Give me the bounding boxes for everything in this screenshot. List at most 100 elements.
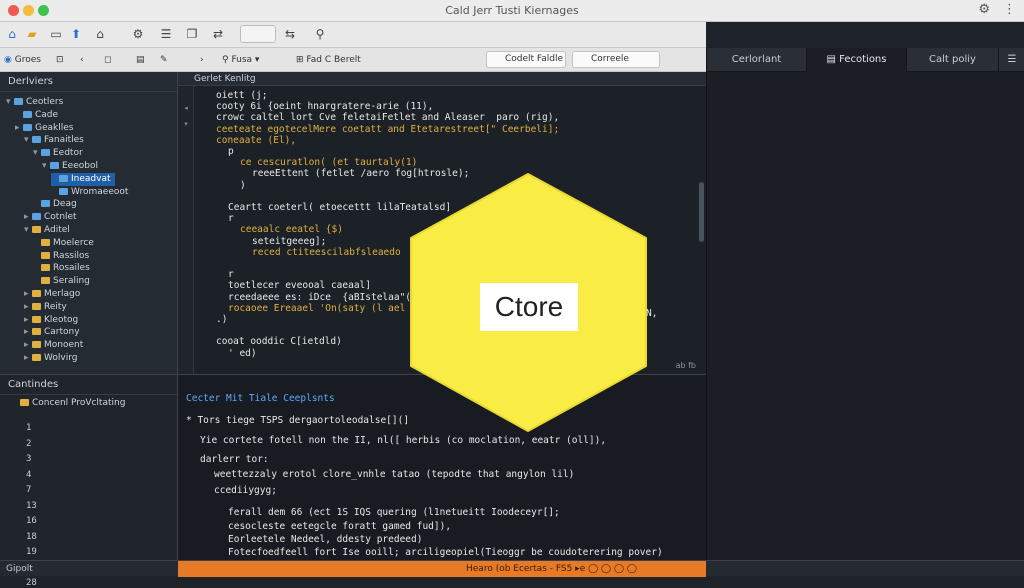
caret-icon[interactable]: ▾ <box>33 147 41 160</box>
tree-item[interactable]: ▾ Eeeobol <box>42 160 98 173</box>
caret-icon[interactable]: ▸ <box>24 211 32 224</box>
tab-calt-poliy[interactable]: Calt poliy <box>907 48 999 72</box>
tree-item[interactable]: ▾ Ceotlers <box>6 96 63 109</box>
tree-item-label: Deag <box>53 199 77 210</box>
code-line: ) <box>240 179 246 191</box>
bottom-sidebar-item[interactable]: Concenl ProVcltating <box>20 397 125 410</box>
edit-icon[interactable]: ✎ <box>160 52 168 68</box>
code-field-2[interactable]: Correele <box>572 51 660 68</box>
settings-icon[interactable]: ⚙ <box>978 2 990 17</box>
folder-icon <box>41 149 50 157</box>
code-line: rceedaeee es: iDce {aBIstelaa"(isa <box>228 291 429 303</box>
home-icon[interactable]: ⌂ <box>4 26 20 42</box>
tree-item-label: Wromaeeoot <box>71 186 129 197</box>
tree-item[interactable]: Moelerce <box>33 237 94 250</box>
folder-icon <box>32 341 41 349</box>
tree-item[interactable]: Seraling <box>33 275 90 288</box>
tree-item-label: Rosailes <box>53 263 90 274</box>
tree-item[interactable]: Wromaeeoot <box>51 186 128 199</box>
caret-icon[interactable]: ▸ <box>24 314 32 327</box>
nav-right-icon[interactable]: › <box>200 52 204 68</box>
file-icon[interactable]: ▤ <box>136 52 145 68</box>
bottom-code-line: cesocleste eetegcle foratt gamed fud]), <box>228 521 452 532</box>
tree-item-label: Aditel <box>44 225 70 235</box>
tree-item-label: Ineadvat <box>71 173 111 184</box>
tree-item-label: Fanaitles <box>44 135 84 146</box>
tree-item[interactable]: ▸ Merlago <box>24 288 80 301</box>
code-line: reced ctiteescilabfsleaedo <box>252 246 401 258</box>
new-folder-icon[interactable]: ▭ <box>48 26 64 42</box>
bottom-header: Cecter Mit Tiale Ceeplsnts <box>186 393 335 404</box>
home-alt-icon[interactable]: ⌂ <box>92 26 108 42</box>
list-icon[interactable]: ☰ <box>158 26 174 42</box>
right-panel: Cerlorlant ▤ Fecotions Calt poliy ☰ <box>706 48 1024 576</box>
editor-status: ab fb <box>675 361 696 370</box>
folder-icon <box>23 110 32 118</box>
tree-item[interactable]: ▸ Cartony <box>24 326 80 339</box>
tree-item[interactable]: Rassilos <box>33 250 89 263</box>
caret-icon[interactable]: ▸ <box>24 288 32 301</box>
tree-item[interactable]: ▸ Cotnlet <box>24 211 77 224</box>
fold-marker[interactable]: ▾ <box>182 120 190 128</box>
caret-icon[interactable]: ▸ <box>24 326 32 339</box>
tree-item-label: Cartony <box>44 327 80 338</box>
folder-icon <box>32 213 41 221</box>
tree-item[interactable]: Cade <box>15 109 58 122</box>
caret-icon[interactable]: ▾ <box>42 160 50 173</box>
tree-item-label: Eeeobol <box>62 161 98 171</box>
line-number: 3 <box>26 454 32 464</box>
bottom-sidebar-header: Cantindes <box>0 375 177 395</box>
tree-item[interactable]: Rosailes <box>33 262 90 275</box>
tree-item[interactable]: ▾ Aditel <box>24 224 70 237</box>
back-icon[interactable]: ⊡ <box>56 52 64 68</box>
caret-icon[interactable]: ▸ <box>24 339 32 352</box>
caret-icon[interactable]: ▾ <box>6 96 14 109</box>
menu-icon[interactable]: ⋮ <box>1003 2 1016 17</box>
folder-button[interactable] <box>240 25 276 43</box>
stop-icon[interactable]: ◻ <box>104 52 111 68</box>
folder-icon[interactable]: ▰ <box>24 26 40 42</box>
tree-item[interactable]: ▾ Eedtor <box>33 147 83 160</box>
code-line: coneaate (El), <box>216 134 297 146</box>
caret-icon[interactable]: ▾ <box>24 224 32 237</box>
forward-icon[interactable]: ‹ <box>80 52 84 68</box>
tree-item[interactable]: ▾ Fanaitles <box>24 134 84 147</box>
pin-icon[interactable]: ⬆ <box>68 26 84 42</box>
tree-item[interactable]: ▸ Monoent <box>24 339 83 352</box>
tab-fecotions[interactable]: ▤ Fecotions <box>807 48 907 72</box>
caret-icon[interactable]: ▸ <box>24 301 32 314</box>
tree-item[interactable]: ▸ Reity <box>24 301 67 314</box>
editor-tab[interactable]: Gerlet Kenlitg <box>194 72 256 86</box>
line-number: 4 <box>26 469 32 480</box>
fold-marker[interactable]: ◂ <box>182 104 190 112</box>
tree-item[interactable]: ▸ Kleotog <box>24 314 78 327</box>
tree-item[interactable]: Deag <box>33 198 77 211</box>
code-line: rocaoee Ereaael 'On(saty (l ael <box>228 302 406 314</box>
menu-icon[interactable]: ☰ <box>999 48 1024 72</box>
tree-item[interactable]: Ineadvat <box>51 172 115 186</box>
bottom-code-line: Fotecfoedfeell fort Ise ooill; arciligeo… <box>228 547 663 558</box>
gear-icon[interactable]: ⚙ <box>130 26 146 42</box>
tree-item-label: Wolvirg <box>44 353 78 363</box>
tree-item-label: Kleotog <box>44 314 79 325</box>
tab-cerlorlant[interactable]: Cerlorlant <box>707 48 807 72</box>
add-file-button[interactable]: ⊞ Fad C Berelt <box>296 52 361 68</box>
code-line: r <box>228 269 234 281</box>
fuse-button[interactable]: ⚲ Fusa ▾ <box>222 52 259 68</box>
code-line: ce cescuratlon( (et taurtaly(1) <box>240 157 418 169</box>
tree-item[interactable]: ▸ Geaklles <box>15 122 73 135</box>
code-line: cooat ooddic C[ietdld) <box>216 336 342 348</box>
sync-icon[interactable]: ⇄ <box>210 26 226 42</box>
caret-icon[interactable]: ▾ <box>24 134 32 147</box>
groups-button[interactable]: ◉ Groes <box>4 52 41 68</box>
folder-icon <box>41 251 50 259</box>
editor-scrollbar[interactable] <box>699 182 704 242</box>
tree-item[interactable]: ▸ Wolvirg <box>24 352 77 365</box>
code-field-1[interactable]: Codelt Faldle <box>486 51 566 68</box>
caret-icon[interactable]: ▸ <box>24 352 32 365</box>
copy-icon[interactable]: ❐ <box>184 26 200 42</box>
folder-icon <box>20 399 29 406</box>
code-icon[interactable]: ⇆ <box>282 26 298 42</box>
run-icon[interactable]: ⚲ <box>312 26 328 42</box>
caret-icon[interactable]: ▸ <box>15 122 23 135</box>
